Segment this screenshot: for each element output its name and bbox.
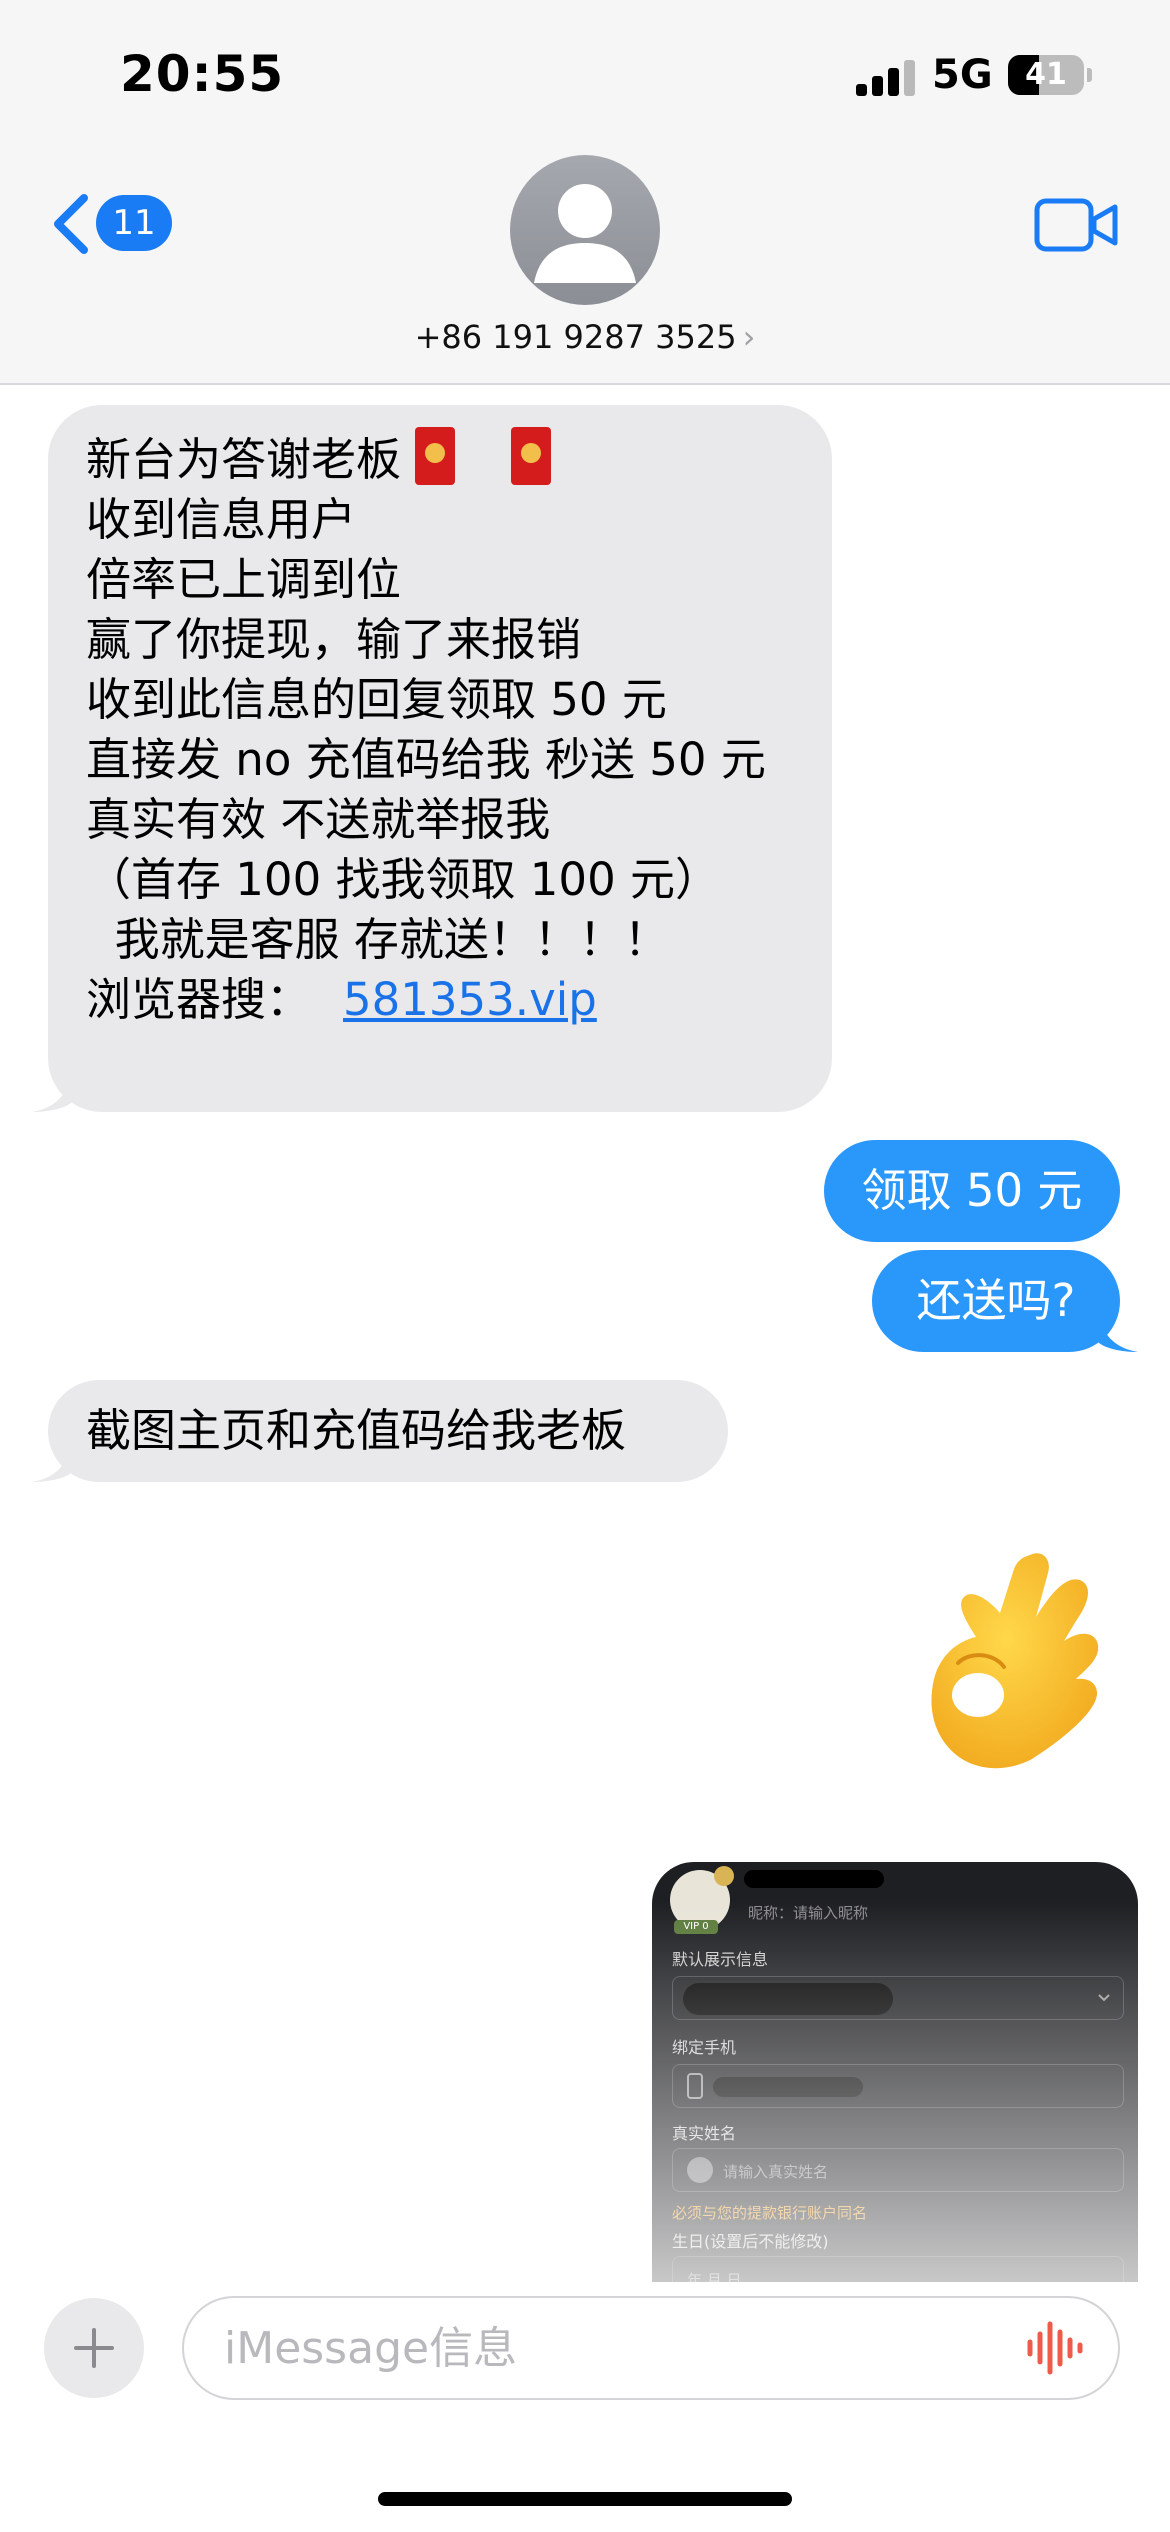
video-call-button[interactable] <box>1034 195 1118 255</box>
incoming-message-bubble[interactable]: 截图主页和充值码给我老板 <box>48 1380 728 1482</box>
redaction-mark <box>744 1870 884 1888</box>
message-line: 浏览器搜： 581353.vip <box>86 970 794 1030</box>
message-line: 赢了你提现，输了来报销 <box>86 613 582 666</box>
level-icon <box>714 1866 734 1886</box>
bind-phone-label: 绑定手机 <box>672 2038 737 2057</box>
message-line: 真实有效 不送就举报我 <box>86 793 551 846</box>
redaction-mark <box>713 2077 863 2097</box>
nickname-label: 昵称：请输入昵称 <box>748 1904 869 1922</box>
bind-phone-field <box>672 2064 1124 2108</box>
default-info-label: 默认展示信息 <box>672 1950 769 1969</box>
battery-icon: 41 <box>1008 55 1084 95</box>
contact-avatar[interactable] <box>510 155 660 305</box>
chevron-right-icon: › <box>742 318 756 356</box>
unread-count-badge: 11 <box>96 195 172 251</box>
message-line: 倍率已上调到位 <box>86 553 402 606</box>
battery-nub <box>1087 68 1092 82</box>
message-text: 截图主页和充值码给我老板 <box>86 1404 627 1457</box>
voice-waveform-icon[interactable] <box>1024 2320 1084 2376</box>
message-line-text: 浏览器搜： <box>86 973 312 1026</box>
phone-icon <box>687 2073 703 2099</box>
bubble-tail <box>32 1072 72 1112</box>
message-line: （首存 100 找我领取 100 元） <box>86 853 720 906</box>
contact-number-text: +86 191 9287 3525 <box>414 318 737 356</box>
message-line-text: 新台为答谢老板 <box>86 433 402 486</box>
home-indicator[interactable] <box>378 2492 792 2506</box>
image-attachment[interactable]: VIP 0 昵称：请输入昵称 默认展示信息 绑定手机 真实姓名 请输入真实姓名 … <box>652 1862 1138 2282</box>
default-info-select <box>672 1976 1124 2020</box>
incoming-message-bubble[interactable]: 新台为答谢老板 收到信息用户 倍率已上调到位 赢了你提现，输了来报销 收到此信息… <box>48 405 832 1112</box>
message-line: 新台为答谢老板 <box>86 427 794 490</box>
message-text: 领取 50 元 <box>861 1164 1083 1217</box>
real-name-placeholder: 请输入真实姓名 <box>723 2163 829 2181</box>
plus-icon[interactable] <box>44 2298 144 2398</box>
vip-badge: VIP 0 <box>674 1920 718 1934</box>
red-envelope-icon <box>415 427 456 485</box>
conversation-header: 20:55 5G 41 11 +86 191 9287 3525 › <box>0 0 1170 385</box>
message-line: 收到信息用户 <box>86 493 357 546</box>
chevron-down-icon <box>1098 1994 1110 2002</box>
birthday-placeholder: 年 月 日 <box>687 2271 742 2282</box>
outgoing-message-bubble[interactable]: 领取 50 元 <box>824 1140 1120 1242</box>
message-line: 收到此信息的回复领取 50 元 <box>86 673 667 726</box>
person-silhouette-icon <box>534 184 636 283</box>
ok-hand-emoji-icon[interactable] <box>910 1545 1120 1775</box>
back-button[interactable]: 11 <box>44 188 174 258</box>
bubble-tail <box>32 1442 72 1482</box>
real-name-warning: 必须与您的提款银行账户同名 <box>672 2204 868 2222</box>
outgoing-message-bubble[interactable]: 还送吗? <box>872 1250 1120 1352</box>
cellular-signal-icon <box>856 60 916 96</box>
red-envelope-icon <box>511 427 552 485</box>
message-text: 还送吗? <box>916 1274 1076 1327</box>
person-icon <box>687 2157 713 2183</box>
message-input[interactable] <box>182 2296 1120 2400</box>
birthday-field: 年 月 日 <box>672 2256 1124 2282</box>
birthday-label: 生日(设置后不能修改) <box>672 2232 829 2251</box>
network-type: 5G <box>932 52 993 98</box>
real-name-label: 真实姓名 <box>672 2124 737 2143</box>
real-name-field: 请输入真实姓名 <box>672 2148 1124 2192</box>
contact-name[interactable]: +86 191 9287 3525 › <box>0 318 1170 356</box>
message-line: 我就是客服 存就送！！！！ <box>86 913 669 966</box>
battery-level: 41 <box>1025 57 1067 92</box>
message-link[interactable]: 581353.vip <box>343 973 597 1026</box>
status-time: 20:55 <box>120 45 285 103</box>
chevron-left-icon <box>54 194 88 254</box>
bubble-tail <box>1098 1312 1138 1352</box>
message-line: 直接发 no 充值码给我 秒送 50 元 <box>86 733 766 786</box>
redaction-mark <box>683 1983 893 2015</box>
